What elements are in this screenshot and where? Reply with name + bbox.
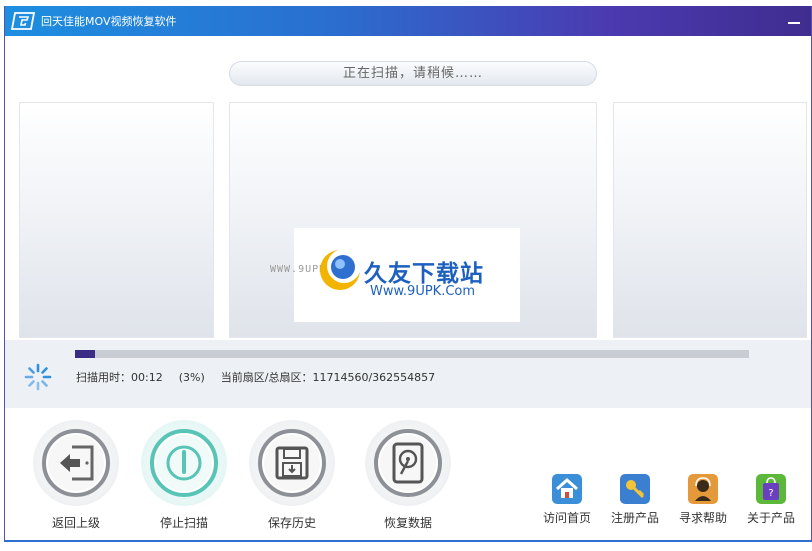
recover-data-button[interactable]: 恢复数据	[363, 420, 453, 531]
save-history-label: 保存历史	[267, 516, 316, 530]
back-label: 返回上级	[51, 516, 100, 530]
register-product-button[interactable]: 注册产品	[603, 474, 667, 526]
scan-progress-bar	[75, 350, 749, 358]
bottom-toolbar: 返回上级 停止扫描 保存历史 恢复数据 访问首页 注册产品 寻求帮助 ? 关于产…	[5, 408, 811, 540]
app-logo-icon	[11, 12, 35, 30]
stop-scan-label: 停止扫描	[159, 516, 208, 530]
power-stop-icon	[166, 445, 202, 481]
watermark: WWW.9UPK.COM 久友下载站 Www.9UPK.Com	[270, 228, 520, 322]
watermark-emblem-icon	[320, 249, 361, 290]
back-button[interactable]: 返回上级	[31, 420, 121, 531]
recover-data-label: 恢复数据	[383, 516, 432, 530]
scan-status-text: 正在扫描，请稍候……	[229, 61, 597, 86]
preview-panel-left	[19, 102, 214, 338]
about-product-button[interactable]: ? 关于产品	[739, 474, 803, 526]
elapsed-time: 扫描用时：00:12	[76, 371, 163, 384]
app-window: 回天佳能MOV视频恢复软件 正在扫描，请稍候…… WWW.9UPK.COM 久友…	[4, 6, 812, 542]
progress-area: 扫描用时：00:12 (3%) 当前扇区/总扇区：11714560/36255485…	[5, 340, 811, 408]
watermark-url: Www.9UPK.Com	[370, 284, 476, 299]
minimize-button[interactable]	[785, 12, 803, 30]
seek-help-button[interactable]: 寻求帮助	[671, 474, 735, 526]
floppy-disk-icon	[275, 446, 309, 480]
svg-text:?: ?	[768, 488, 773, 499]
progress-percent: (3%)	[178, 371, 205, 384]
scan-progress-fill	[75, 350, 96, 358]
exit-door-icon	[60, 445, 94, 481]
visit-homepage-label: 访问首页	[542, 511, 591, 525]
about-product-label: 关于产品	[746, 511, 795, 525]
preview-panel-right	[613, 102, 807, 338]
home-icon	[552, 474, 582, 504]
register-product-label: 注册产品	[610, 511, 659, 525]
seek-help-label: 寻求帮助	[678, 511, 727, 525]
save-history-button[interactable]: 保存历史	[247, 420, 337, 531]
scan-progress-info: 扫描用时：00:12 (3%) 当前扇区/总扇区：11714560/36255485…	[76, 369, 451, 385]
watermark-title: 久友下载站	[364, 261, 484, 287]
sector-count: 当前扇区/总扇区：11714560/362554857	[220, 371, 436, 384]
stop-scan-button[interactable]: 停止扫描	[139, 420, 229, 531]
visit-homepage-button[interactable]: 访问首页	[535, 474, 599, 526]
key-icon	[620, 474, 650, 504]
about-bag-icon: ?	[756, 474, 786, 504]
loading-spinner-icon	[24, 363, 52, 391]
title-bar: 回天佳能MOV视频恢复软件	[5, 6, 811, 36]
window-title: 回天佳能MOV视频恢复软件	[41, 15, 177, 28]
support-agent-icon	[688, 474, 718, 504]
hard-drive-icon	[392, 442, 424, 484]
